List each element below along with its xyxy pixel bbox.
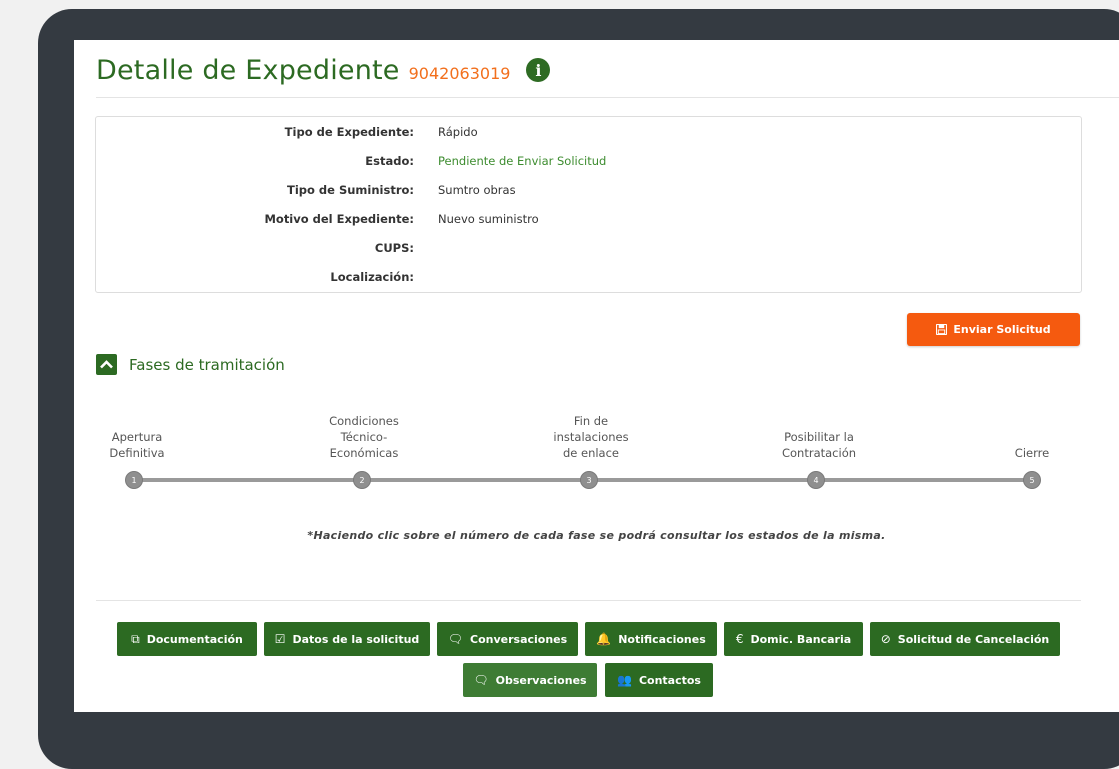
- chat-bubbles-icon: 🗨: [447, 632, 464, 646]
- phase-label-line: instalaciones: [553, 430, 629, 444]
- button-label: Notificaciones: [618, 632, 706, 646]
- bell-icon: 🔔: [596, 632, 612, 646]
- phase-step-2[interactable]: 2: [353, 471, 371, 489]
- phases-section-header[interactable]: Fases de tramitación: [96, 354, 285, 375]
- button-label: Conversaciones: [470, 632, 568, 646]
- phase-label-line: Técnico-: [340, 430, 388, 444]
- button-label: Solicitud de Cancelación: [897, 632, 1050, 646]
- button-label: Datos de la solicitud: [292, 632, 420, 646]
- detail-label: Tipo de Suministro:: [287, 183, 414, 197]
- phase-label-line: Contratación: [781, 446, 857, 460]
- users-icon: 👥: [617, 673, 632, 687]
- phase-step-5[interactable]: 5: [1023, 471, 1041, 489]
- phase-label: Fin de instalaciones de enlace: [553, 413, 628, 461]
- bank-direct-debit-button[interactable]: € Domic. Bancaria: [724, 622, 863, 656]
- detail-label: CUPS:: [374, 241, 414, 255]
- phase-label: Apertura Definitiva: [109, 429, 164, 461]
- expediente-details-panel: Tipo de Expediente: Rápido Estado: Pendi…: [95, 116, 1082, 293]
- phase-label: Condiciones Técnico- Económicas: [329, 413, 399, 461]
- app-screen: Detalle de Expediente 9042063019 i Tipo …: [74, 40, 1119, 712]
- phase-step-4[interactable]: 4: [807, 471, 825, 489]
- ban-icon: ⊘: [880, 632, 891, 646]
- detail-label: Estado:: [365, 154, 414, 168]
- phase-label: Posibilitar la Contratación: [782, 429, 856, 461]
- phase-label-line: Condiciones: [329, 414, 399, 428]
- phase-label-line: de enlace: [562, 446, 620, 460]
- phase-label-line: Definitiva: [109, 446, 165, 460]
- chat-bubbles-icon: 🗨: [473, 673, 489, 687]
- cancellation-request-button[interactable]: ⊘ Solicitud de Cancelación: [870, 622, 1060, 656]
- send-request-label: Enviar Solicitud: [953, 323, 1051, 336]
- phase-label-line: Cierre: [1014, 446, 1050, 460]
- phase-label-line: Apertura: [111, 430, 163, 444]
- button-label: Contactos: [638, 673, 701, 687]
- actions-divider: [96, 600, 1081, 601]
- phase-label-line: Posibilitar la: [784, 430, 854, 444]
- chevron-up-icon: [100, 360, 113, 369]
- detail-value: Rápido: [438, 125, 478, 139]
- info-icon[interactable]: i: [526, 58, 551, 82]
- notifications-button[interactable]: 🔔 Notificaciones: [585, 622, 717, 656]
- button-label: Observaciones: [495, 673, 587, 687]
- contacts-button[interactable]: 👥 Contactos: [605, 663, 713, 697]
- observations-button[interactable]: 🗨 Observaciones: [463, 663, 597, 697]
- detail-value: Sumtro obras: [438, 183, 516, 197]
- detail-value: Nuevo suministro: [438, 212, 539, 226]
- phase-step-3[interactable]: 3: [580, 471, 598, 489]
- euro-icon: €: [735, 632, 744, 646]
- request-data-button[interactable]: ☑ Datos de la solicitud: [264, 622, 430, 656]
- button-label: Documentación: [146, 632, 243, 646]
- check-square-icon: ☑: [274, 632, 286, 646]
- phase-label-line: Económicas: [329, 446, 399, 460]
- page-header: Detalle de Expediente 9042063019 i: [96, 50, 551, 90]
- conversations-button[interactable]: 🗨 Conversaciones: [437, 622, 578, 656]
- phase-step-1[interactable]: 1: [125, 471, 143, 489]
- expediente-number: 9042063019: [408, 63, 511, 83]
- copy-icon: ⧉: [131, 631, 140, 646]
- button-label: Domic. Bancaria: [750, 632, 852, 646]
- collapse-toggle[interactable]: [96, 354, 117, 375]
- phase-label-line: Fin de: [573, 414, 609, 428]
- page-title: Detalle de Expediente: [96, 54, 400, 86]
- detail-label: Motivo del Expediente:: [264, 212, 414, 226]
- phases-help-note: *Haciendo clic sobre el número de cada f…: [307, 529, 886, 542]
- floppy-disk-icon: [936, 324, 948, 335]
- phases-title: Fases de tramitación: [129, 355, 285, 374]
- documentation-button[interactable]: ⧉ Documentación: [117, 622, 257, 656]
- status-value: Pendiente de Enviar Solicitud: [438, 154, 607, 168]
- detail-label: Tipo de Expediente:: [284, 125, 414, 139]
- phase-label: Cierre: [1015, 445, 1049, 461]
- detail-label: Localización:: [330, 270, 414, 284]
- send-request-button[interactable]: Enviar Solicitud: [907, 313, 1080, 346]
- header-divider: [96, 97, 1119, 98]
